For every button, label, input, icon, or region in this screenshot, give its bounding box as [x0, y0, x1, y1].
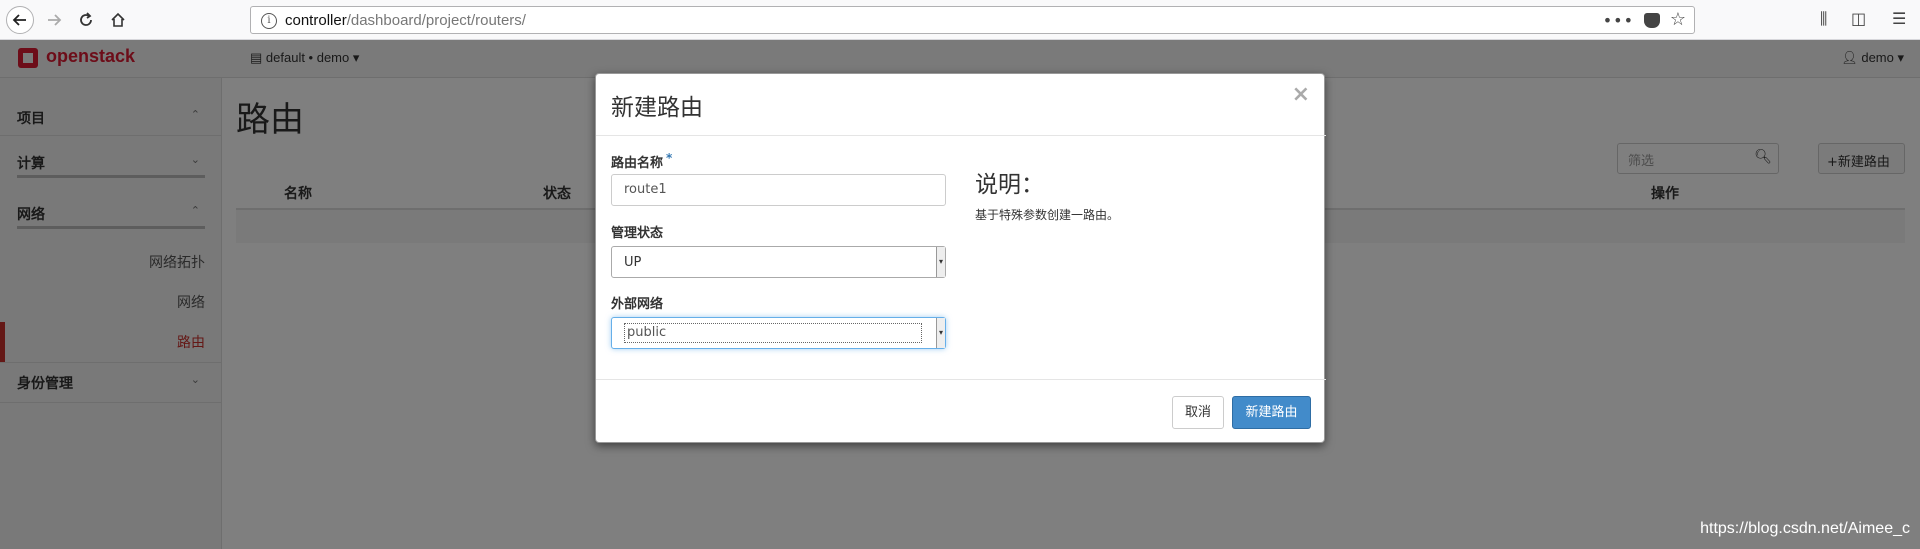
external-network-value: public [624, 323, 922, 343]
create-router-modal: 新建路由 × 路由名称 * route1 管理状态 UP ▾ 外部网络 publi… [595, 73, 1326, 443]
cancel-button[interactable]: 取消 [1172, 396, 1224, 429]
external-network-select[interactable]: public ▾ [611, 317, 946, 349]
admin-state-value: UP [624, 255, 642, 270]
info-icon[interactable]: i [261, 13, 277, 29]
back-button[interactable] [6, 6, 34, 34]
modal-footer-divider [596, 379, 1326, 380]
reload-icon [80, 12, 92, 26]
dropdown-arrow-icon[interactable]: ▾ [936, 318, 945, 348]
required-mark: * [666, 151, 673, 165]
admin-state-label: 管理状态 [611, 226, 664, 241]
arrow-left-icon [12, 14, 26, 26]
url-host: controller [285, 12, 347, 29]
modal-title: 新建路由 [611, 95, 703, 121]
menu-icon[interactable]: ☰ [1892, 9, 1906, 28]
sidebar-icon[interactable]: ◫ [1851, 9, 1866, 28]
arrow-right-icon [48, 14, 62, 26]
router-name-label-text: 路由名称 [611, 156, 664, 171]
library-icon[interactable]: ⫼ [1820, 9, 1827, 29]
pocket-icon[interactable] [1644, 13, 1660, 28]
dropdown-arrow-icon[interactable]: ▾ [936, 247, 945, 277]
bookmark-star-icon[interactable]: ☆ [1670, 9, 1686, 30]
description-text: 基于特殊参数创建一路由。 [975, 208, 1120, 222]
watermark: https://blog.csdn.net/Aimee_c [1700, 520, 1910, 537]
url-path: /dashboard/project/routers/ [346, 12, 526, 29]
admin-state-select[interactable]: UP ▾ [611, 246, 946, 278]
router-name-label: 路由名称 * [611, 151, 673, 171]
page-actions-button[interactable]: ••• [1603, 11, 1634, 30]
forward-button[interactable] [40, 6, 68, 34]
submit-create-router-button[interactable]: 新建路由 [1232, 396, 1311, 429]
home-button[interactable] [104, 6, 132, 34]
modal-header-divider [596, 135, 1326, 136]
home-icon [111, 12, 125, 27]
external-network-label: 外部网络 [611, 297, 664, 312]
url-bar[interactable]: i controller/dashboard/project/routers/ … [250, 6, 1695, 34]
router-name-input[interactable]: route1 [611, 174, 946, 206]
url-text[interactable]: controller/dashboard/project/routers/ [285, 12, 526, 29]
close-icon[interactable]: × [1292, 82, 1310, 107]
browser-toolbar: i controller/dashboard/project/routers/ … [0, 0, 1920, 40]
description-title: 说明： [975, 172, 1044, 198]
reload-button[interactable] [72, 6, 100, 34]
